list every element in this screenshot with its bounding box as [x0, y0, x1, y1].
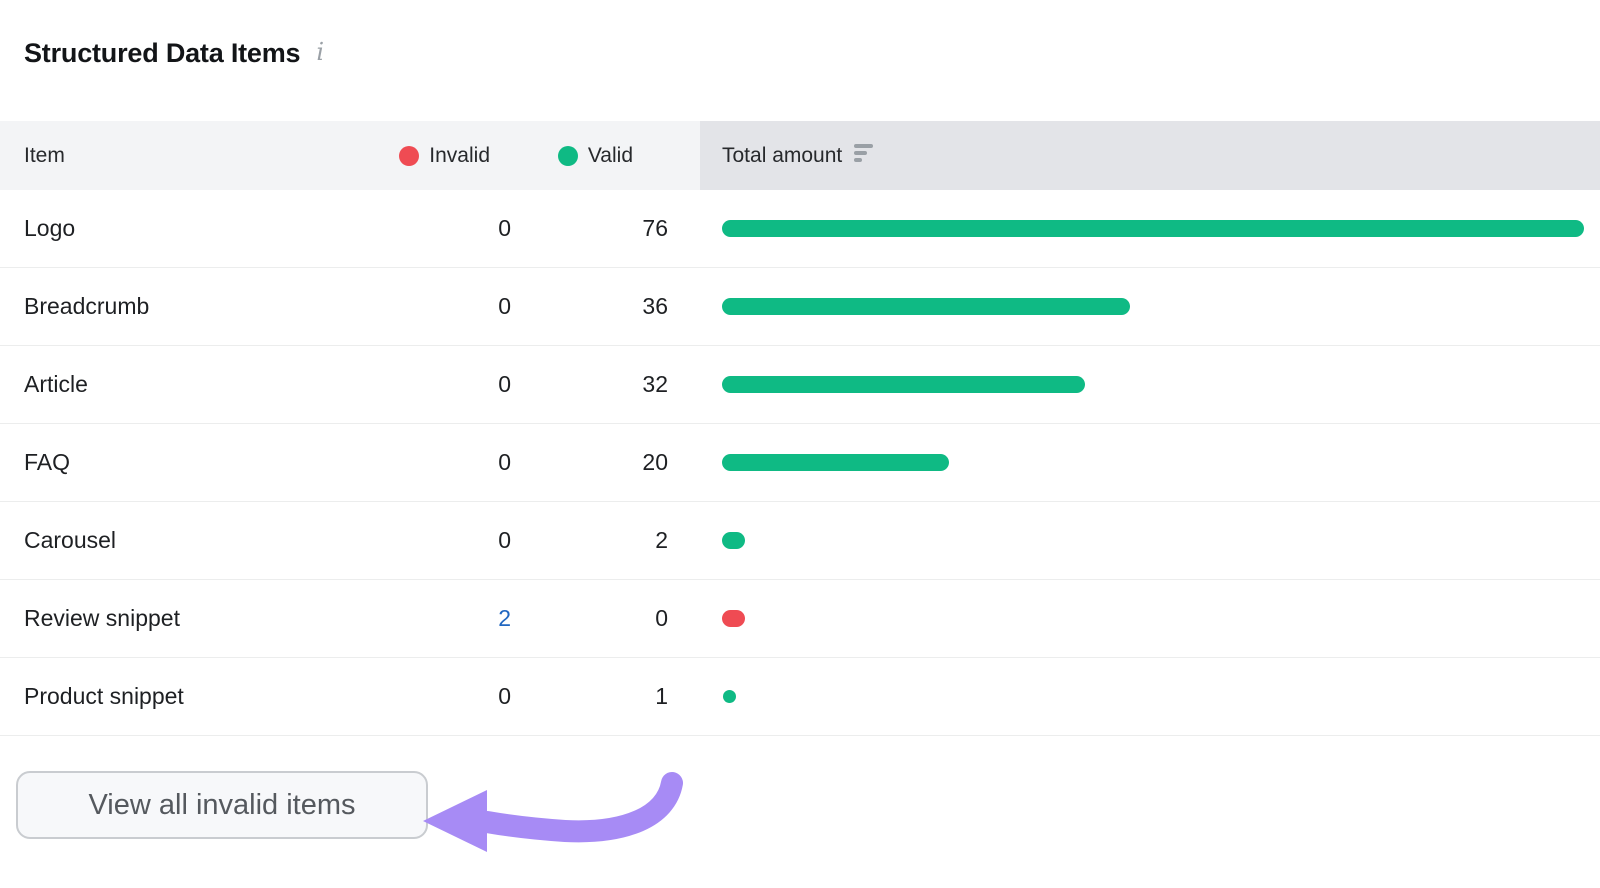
legend-invalid: Invalid — [380, 144, 511, 168]
table-row: Breadcrumb 0 36 — [0, 268, 1600, 346]
total-amount-bar — [722, 220, 1584, 237]
item-label: Review snippet — [24, 605, 180, 631]
item-label: Carousel — [24, 527, 117, 553]
valid-count: 2 — [655, 527, 668, 553]
valid-count: 32 — [642, 371, 668, 397]
legend-invalid-label: Invalid — [429, 143, 490, 167]
invalid-count: 0 — [498, 449, 511, 475]
item-label: FAQ — [24, 449, 71, 475]
total-amount-bar — [723, 690, 736, 703]
table-row: Product snippet 0 1 — [0, 658, 1600, 736]
total-amount-bar-cell — [700, 580, 1600, 657]
table-body: Logo 0 76 Breadcrumb 0 36 Article 0 32 F… — [0, 190, 1600, 736]
valid-count: 1 — [655, 683, 668, 709]
invalid-count: 0 — [498, 683, 511, 709]
table-row: Logo 0 76 — [0, 190, 1600, 268]
legend-valid: Valid — [511, 144, 668, 168]
total-amount-bar-cell — [700, 346, 1600, 423]
column-header-item: Item — [24, 143, 65, 167]
info-icon[interactable]: i — [316, 38, 324, 66]
annotation-arrow-icon — [423, 772, 683, 852]
item-label: Logo — [24, 215, 76, 241]
total-amount-bar-cell — [700, 502, 1600, 579]
table-row: Carousel 0 2 — [0, 502, 1600, 580]
total-amount-bar — [722, 454, 949, 471]
legend-valid-label: Valid — [587, 143, 633, 167]
valid-count: 20 — [642, 449, 668, 475]
table-header: Item Invalid Valid Total amount — [0, 121, 1600, 190]
total-amount-bar — [722, 532, 745, 549]
total-amount-bar-cell — [700, 424, 1600, 501]
invalid-count: 0 — [498, 371, 511, 397]
sort-descending-icon — [854, 144, 874, 162]
valid-dot-icon — [557, 145, 578, 166]
total-amount-bar — [722, 610, 745, 627]
item-label: Breadcrumb — [24, 293, 150, 319]
item-label: Article — [24, 371, 88, 397]
table-row: Article 0 32 — [0, 346, 1600, 424]
valid-count: 36 — [642, 293, 668, 319]
valid-count: 0 — [655, 605, 668, 631]
table-row: Review snippet 2 0 — [0, 580, 1600, 658]
valid-count: 76 — [642, 215, 668, 241]
view-all-invalid-items-button[interactable]: View all invalid items — [16, 771, 428, 839]
invalid-count: 0 — [498, 215, 511, 241]
total-amount-bar-cell — [700, 268, 1600, 345]
column-header-total-amount[interactable]: Total amount — [700, 121, 1600, 190]
total-amount-bar-cell — [700, 658, 1600, 735]
total-amount-bar — [722, 298, 1131, 315]
total-amount-bar-cell — [700, 190, 1600, 267]
invalid-count: 0 — [498, 527, 511, 553]
page-title: Structured Data Items — [24, 38, 301, 68]
invalid-dot-icon — [399, 145, 420, 166]
total-amount-bar — [722, 376, 1085, 393]
table-row: FAQ 0 20 — [0, 424, 1600, 502]
item-label: Product snippet — [24, 683, 184, 709]
invalid-count-link[interactable]: 2 — [380, 605, 511, 632]
widget-header: Structured Data Items i — [0, 0, 1600, 68]
total-amount-label: Total amount — [722, 143, 843, 167]
invalid-count: 0 — [498, 293, 511, 319]
